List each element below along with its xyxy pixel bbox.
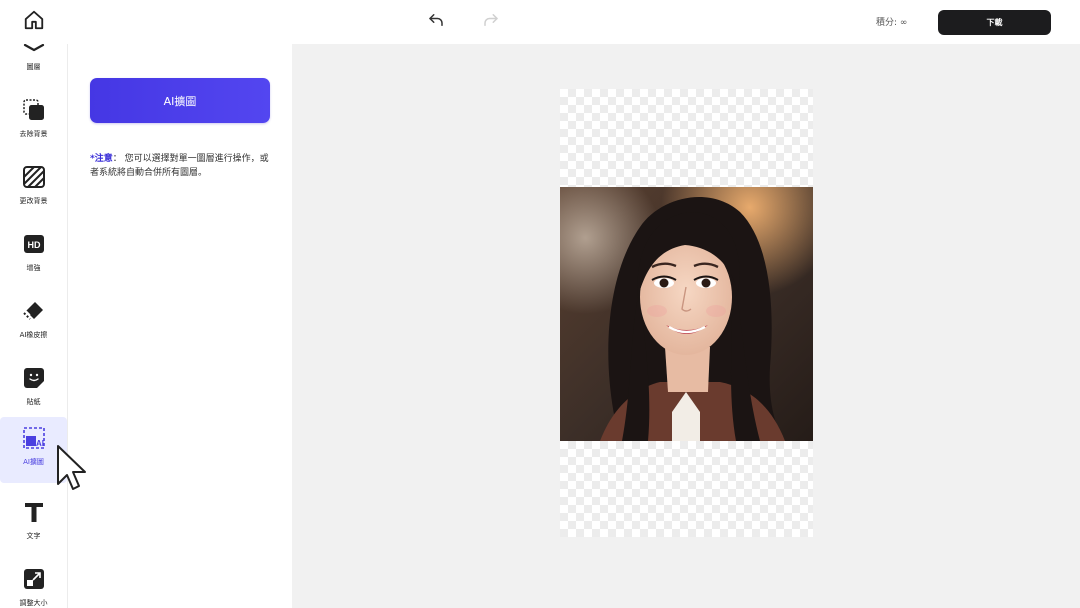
svg-text:AI: AI xyxy=(36,439,44,448)
tool-resize[interactable]: 調整大小 xyxy=(0,558,67,608)
portrait-photo[interactable] xyxy=(560,187,813,441)
layers-icon xyxy=(21,44,47,56)
tool-label: 貼紙 xyxy=(26,398,41,406)
tool-remove-background[interactable]: 去除背景 xyxy=(0,89,67,155)
editor-app: 積分: ∞ 下載 圖層 去除背景 更改背景 HD 增強 AI橡皮擦 貼紙 AI … xyxy=(0,0,1080,608)
portrait-photo-illustration xyxy=(560,187,813,441)
note-body: ： 您可以選擇對單一圖層進行操作，或者系統將自動合併所有圖層。 xyxy=(90,154,269,178)
tool-sidebar: 圖層 去除背景 更改背景 HD 增強 AI橡皮擦 貼紙 AI AI擴圖 文字 調… xyxy=(0,44,68,608)
redo-button[interactable] xyxy=(479,10,503,34)
remove-background-icon xyxy=(21,97,47,123)
ai-expand-panel: AI擴圖 *注意： 您可以選擇對單一圖層進行操作，或者系統將自動合併所有圖層。 xyxy=(68,44,292,608)
ai-expand-icon: AI xyxy=(21,425,47,451)
change-background-icon xyxy=(21,164,47,190)
note-text: *注意： 您可以選擇對單一圖層進行操作，或者系統將自動合併所有圖層。 xyxy=(90,152,275,180)
resize-icon xyxy=(21,566,47,592)
tool-label: 圖層 xyxy=(26,63,41,71)
tool-label: AI擴圖 xyxy=(23,458,44,466)
credits-value: ∞ xyxy=(899,18,908,28)
svg-text:HD: HD xyxy=(27,240,40,250)
tool-label: 增強 xyxy=(26,264,41,272)
text-icon xyxy=(21,499,47,525)
tool-enhance[interactable]: HD 增強 xyxy=(0,223,67,289)
undo-icon xyxy=(427,11,445,33)
home-icon xyxy=(23,9,45,35)
credits-label: 積分: xyxy=(876,18,898,28)
tool-label: 文字 xyxy=(26,532,41,540)
tool-label: 去除背景 xyxy=(19,130,48,138)
credits-display: 積分: ∞ xyxy=(876,15,907,28)
sticker-icon xyxy=(21,365,47,391)
tool-label: AI橡皮擦 xyxy=(19,331,48,339)
eraser-icon xyxy=(21,298,47,324)
download-button[interactable]: 下載 xyxy=(938,10,1051,35)
tool-layers[interactable]: 圖層 xyxy=(0,44,67,88)
artboard-transparent[interactable] xyxy=(560,89,813,537)
tool-ai-expand[interactable]: AI AI擴圖 xyxy=(0,417,67,483)
tool-ai-eraser[interactable]: AI橡皮擦 xyxy=(0,290,67,356)
tool-text[interactable]: 文字 xyxy=(0,491,67,557)
hd-icon: HD xyxy=(21,231,47,257)
canvas-area[interactable] xyxy=(292,44,1080,608)
note-label: *注意 xyxy=(90,154,113,164)
top-bar: 積分: ∞ 下載 xyxy=(0,0,1080,44)
redo-icon xyxy=(482,11,500,33)
tool-label: 更改背景 xyxy=(19,197,48,205)
undo-button[interactable] xyxy=(424,10,448,34)
home-button[interactable] xyxy=(20,9,48,35)
ai-expand-button[interactable]: AI擴圖 xyxy=(90,78,270,123)
tool-change-background[interactable]: 更改背景 xyxy=(0,156,67,222)
tool-label: 調整大小 xyxy=(19,599,48,607)
tool-sticker[interactable]: 貼紙 xyxy=(0,357,67,423)
